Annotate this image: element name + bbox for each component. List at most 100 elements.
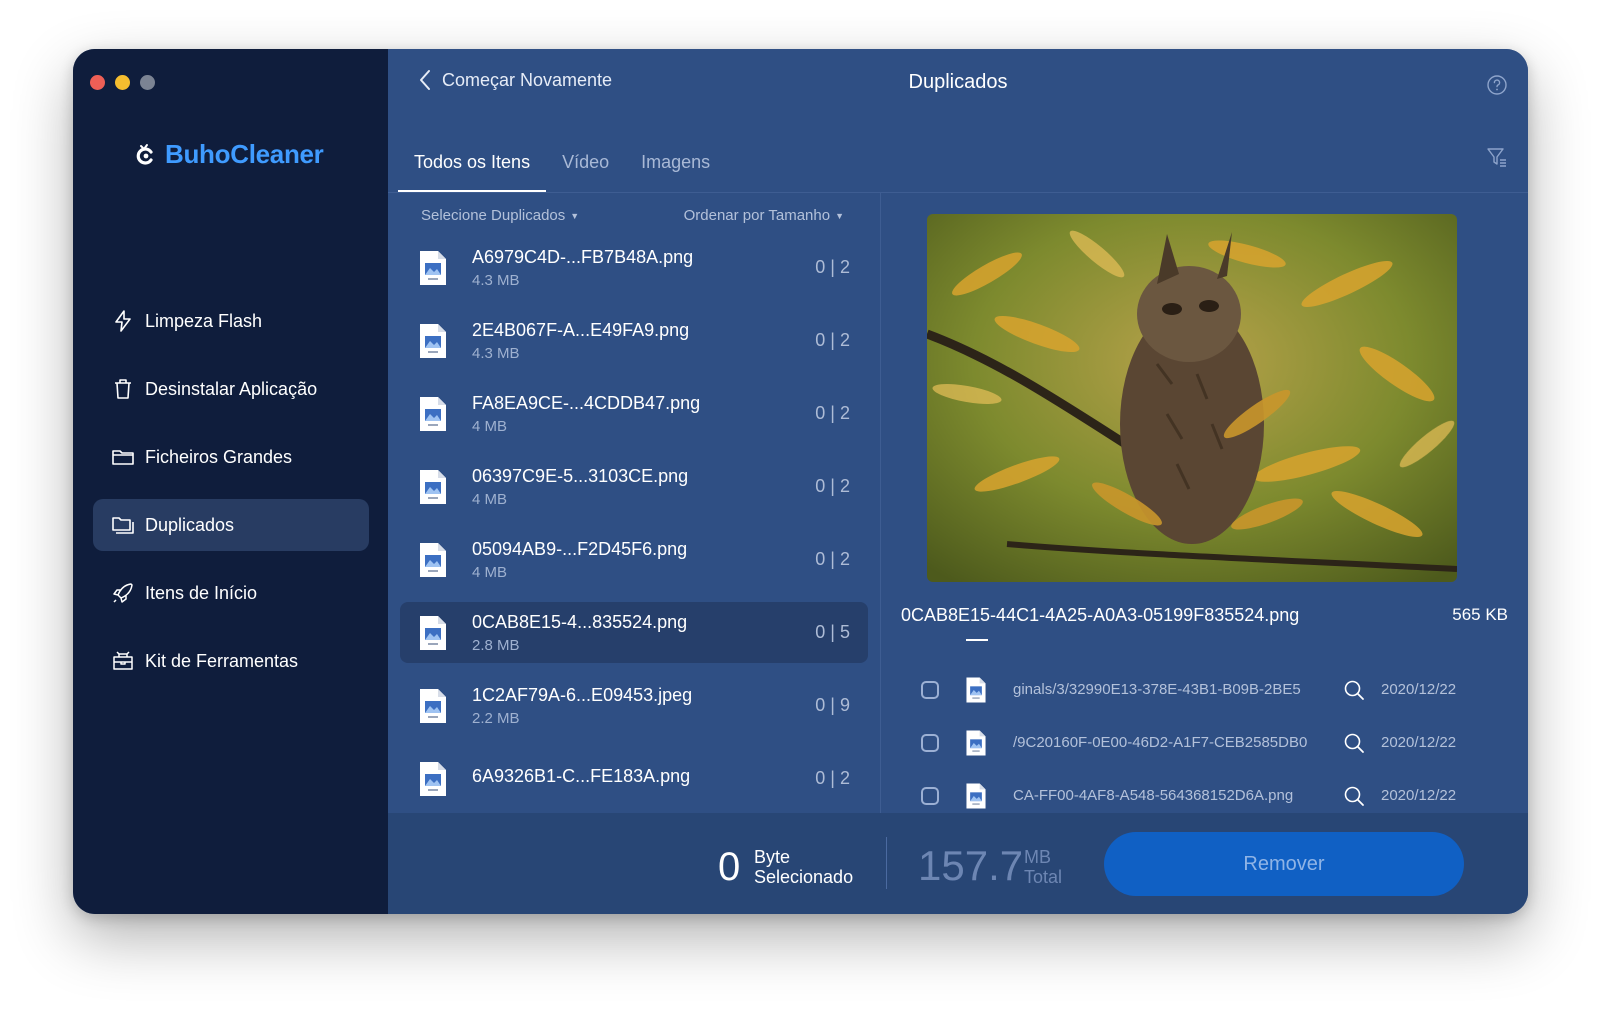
path-checkbox[interactable] bbox=[921, 786, 939, 805]
file-size: 4.3 MB bbox=[472, 271, 520, 289]
path-checkbox[interactable] bbox=[921, 680, 939, 699]
file-meta: FA8EA9CE-...4CDDB47.png 4 MB bbox=[472, 393, 815, 435]
sort-dropdown[interactable]: Ordenar por Tamanho ▼ bbox=[684, 207, 844, 224]
flash-icon bbox=[115, 310, 131, 332]
file-row[interactable]: FA8EA9CE-...4CDDB47.png 4 MB 0 | 2 bbox=[400, 383, 868, 444]
tab-imagens[interactable]: Imagens bbox=[625, 144, 726, 190]
sidebar-item-label: Itens de Início bbox=[145, 582, 258, 603]
image-file-icon bbox=[420, 396, 446, 431]
duplicate-count: 0 | 2 bbox=[815, 257, 850, 277]
file-path: ginals/3/32990E13-378E-43B1-B09B-2BE5 bbox=[1013, 681, 1301, 698]
main-panel: Começar Novamente Duplicados Todos os It… bbox=[388, 49, 1528, 914]
file-meta: 06397C9E-5...3103CE.png 4 MB bbox=[472, 466, 815, 508]
file-meta: 05094AB9-...F2D45F6.png 4 MB bbox=[472, 539, 815, 581]
tab-video[interactable]: Vídeo bbox=[546, 144, 625, 190]
file-size: 2.2 MB bbox=[472, 709, 520, 727]
sidebar-item-itens-de-inicio[interactable]: Itens de Início bbox=[93, 567, 369, 619]
selected-size-label: Byte Selecionado bbox=[754, 847, 853, 887]
duplicate-folder-icon bbox=[112, 517, 134, 534]
sidebar-item-duplicados[interactable]: Duplicados bbox=[93, 499, 369, 551]
help-icon[interactable] bbox=[1486, 74, 1508, 96]
toolbox-icon bbox=[113, 651, 133, 670]
file-row[interactable]: 05094AB9-...F2D45F6.png 4 MB 0 | 2 bbox=[400, 529, 868, 590]
file-name: 06397C9E-5...3103CE.png bbox=[472, 465, 689, 486]
image-file-icon bbox=[420, 688, 446, 723]
app-name: BuhoCleaner bbox=[165, 139, 324, 169]
file-size: 2.8 MB bbox=[472, 636, 520, 654]
file-row[interactable]: 2E4B067F-A...E49FA9.png 4.3 MB 0 | 2 bbox=[400, 310, 868, 371]
duplicate-path-list: ginals/3/32990E13-378E-43B1-B09B-2BE5 202… bbox=[881, 663, 1528, 813]
app-window: BuhoCleaner Limpeza Flash Desinstalar Ap… bbox=[73, 49, 1528, 914]
file-meta: 6A9326B1-C...FE183A.png bbox=[472, 766, 815, 791]
file-name: 1C2AF79A-6...E09453.jpeg bbox=[472, 684, 693, 705]
duplicate-count: 0 | 5 bbox=[815, 622, 850, 642]
image-file-icon bbox=[420, 615, 446, 650]
magnifier-icon[interactable] bbox=[1343, 785, 1365, 807]
name-indicator bbox=[966, 639, 988, 641]
file-row[interactable]: 0CAB8E15-4...835524.png 2.8 MB 0 | 5 bbox=[400, 602, 868, 663]
file-meta: 1C2AF79A-6...E09453.jpeg 2.2 MB bbox=[472, 685, 815, 727]
file-meta: A6979C4D-...FB7B48A.png 4.3 MB bbox=[472, 247, 815, 289]
duplicate-count: 0 | 2 bbox=[815, 768, 850, 788]
magnifier-icon[interactable] bbox=[1343, 732, 1365, 754]
image-file-icon bbox=[966, 783, 986, 808]
image-file-icon bbox=[420, 469, 446, 504]
sidebar-nav: Limpeza Flash Desinstalar Aplicação Fich… bbox=[93, 295, 369, 703]
top-bar: Começar Novamente Duplicados bbox=[388, 49, 1528, 124]
duplicate-count: 0 | 2 bbox=[815, 549, 850, 569]
selected-caption: Selecionado bbox=[754, 867, 854, 887]
path-checkbox[interactable] bbox=[921, 733, 939, 752]
file-name: 0CAB8E15-4...835524.png bbox=[472, 611, 688, 632]
file-name: A6979C4D-...FB7B48A.png bbox=[472, 246, 694, 267]
sidebar: BuhoCleaner Limpeza Flash Desinstalar Ap… bbox=[73, 49, 388, 914]
file-meta: 2E4B067F-A...E49FA9.png 4.3 MB bbox=[472, 320, 815, 362]
file-row[interactable]: A6979C4D-...FB7B48A.png 4.3 MB 0 | 2 bbox=[400, 237, 868, 298]
sidebar-item-label: Kit de Ferramentas bbox=[145, 650, 299, 671]
selected-file-size: 565 KB bbox=[1452, 605, 1508, 624]
caret-down-icon: ▼ bbox=[835, 210, 844, 221]
app-logo: BuhoCleaner bbox=[135, 139, 324, 170]
image-file-icon bbox=[420, 250, 446, 285]
file-date: 2020/12/22 bbox=[1381, 681, 1457, 698]
remove-button[interactable]: Remover bbox=[1104, 832, 1464, 896]
caret-down-icon: ▼ bbox=[570, 210, 580, 221]
folder-icon bbox=[112, 450, 134, 465]
tab-todos-os-itens[interactable]: Todos os Itens bbox=[398, 144, 547, 193]
page-title: Duplicados bbox=[908, 71, 1008, 93]
sidebar-item-desinstalar[interactable]: Desinstalar Aplicação bbox=[93, 363, 369, 415]
rocket-icon bbox=[113, 583, 133, 603]
select-duplicates-dropdown[interactable]: Selecione Duplicados ▼ bbox=[421, 207, 579, 224]
file-row[interactable]: 1C2AF79A-6...E09453.jpeg 2.2 MB 0 | 9 bbox=[400, 675, 868, 736]
file-row[interactable]: 06397C9E-5...3103CE.png 4 MB 0 | 2 bbox=[400, 456, 868, 517]
file-meta: 0CAB8E15-4...835524.png 2.8 MB bbox=[472, 612, 815, 654]
selected-size-value: 0 bbox=[718, 845, 741, 889]
minimize-window-button[interactable] bbox=[115, 75, 130, 90]
close-window-button[interactable] bbox=[90, 75, 105, 90]
tab-bar: Todos os Itens Vídeo Imagens bbox=[398, 144, 726, 194]
filter-icon[interactable] bbox=[1486, 146, 1508, 168]
file-path: /9C20160F-0E00-46D2-A1F7-CEB2585DB0 bbox=[1013, 734, 1308, 751]
select-duplicates-label: Selecione Duplicados bbox=[421, 206, 566, 224]
duplicate-path-row: ginals/3/32990E13-378E-43B1-B09B-2BE5 202… bbox=[881, 663, 1528, 716]
total-size-value: 157.7 bbox=[918, 842, 1024, 889]
file-date: 2020/12/22 bbox=[1381, 734, 1457, 751]
total-size-unit: MB bbox=[1024, 847, 1051, 867]
sidebar-item-kit-de-ferramentas[interactable]: Kit de Ferramentas bbox=[93, 635, 369, 687]
list-controls: Selecione Duplicados ▼ Ordenar por Tamanh… bbox=[388, 193, 880, 237]
file-size: 4 MB bbox=[472, 563, 508, 581]
window-controls bbox=[90, 75, 155, 90]
file-list: A6979C4D-...FB7B48A.png 4.3 MB 0 | 2 2E4B06… bbox=[388, 237, 880, 809]
file-date: 2020/12/22 bbox=[1381, 787, 1457, 804]
sidebar-item-limpeza-flash[interactable]: Limpeza Flash bbox=[93, 295, 369, 347]
file-path: CA-FF00-4AF8-A548-564368152D6A.png bbox=[1013, 787, 1294, 804]
magnifier-icon[interactable] bbox=[1343, 679, 1365, 701]
image-file-icon bbox=[420, 761, 446, 796]
zoom-window-button[interactable] bbox=[140, 75, 155, 90]
image-file-icon bbox=[966, 730, 986, 755]
sort-label: Ordenar por Tamanho bbox=[683, 206, 831, 224]
sidebar-item-ficheiros-grandes[interactable]: Ficheiros Grandes bbox=[93, 431, 369, 483]
total-size-label: MB Total bbox=[1024, 847, 1062, 887]
file-name: 05094AB9-...F2D45F6.png bbox=[472, 538, 688, 559]
sidebar-item-label: Desinstalar Aplicação bbox=[145, 378, 318, 399]
file-row[interactable]: 6A9326B1-C...FE183A.png 0 | 2 bbox=[400, 748, 868, 809]
